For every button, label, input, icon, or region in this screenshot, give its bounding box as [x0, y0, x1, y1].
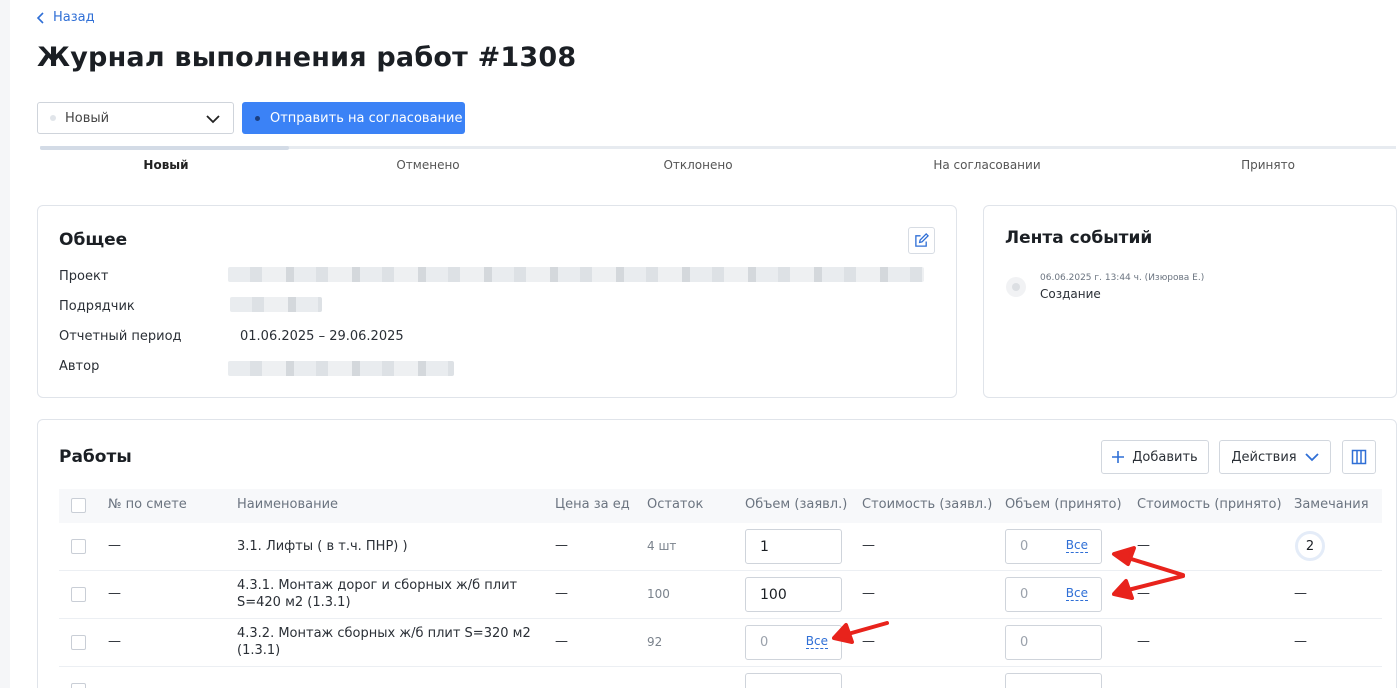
fill-all-link[interactable]: Все — [1065, 587, 1088, 601]
cell-cost-declared: — — [862, 634, 875, 649]
remarks-count-badge[interactable]: 2 — [1295, 531, 1325, 561]
step-on-approval: На согласовании — [933, 158, 1041, 172]
back-label: Назад — [53, 10, 95, 25]
cell-name: 4.3.2. Монтаж сборных ж/б плит S=320 м2 … — [237, 626, 531, 658]
step-new: Новый — [143, 158, 189, 172]
row-divider — [59, 666, 1382, 667]
field-label-project: Проект — [59, 269, 109, 284]
row-checkbox[interactable] — [71, 635, 86, 650]
volume-declared-input[interactable]: 1 — [745, 529, 842, 564]
cell-remarks: — — [1294, 586, 1307, 601]
cell-name: 3.1. Лифты ( в т.ч. ПНР) ) — [237, 539, 408, 554]
col-estimate-number[interactable]: № по смете — [108, 497, 187, 512]
add-button-label: Добавить — [1132, 449, 1198, 465]
cell-cost-accepted: — — [1137, 634, 1150, 649]
field-label-contractor: Подрядчик — [59, 299, 135, 314]
plus-icon — [1112, 451, 1125, 463]
field-label-period: Отчетный период — [59, 329, 182, 344]
step-cancelled: Отменено — [396, 158, 460, 172]
event-feed-card: Лента событий 06.06.2025 г. 13:44 ч. (Из… — [983, 205, 1397, 398]
col-cost-accepted[interactable]: Стоимость (принято) — [1137, 497, 1282, 512]
row-checkbox[interactable] — [71, 587, 86, 602]
col-volume-accepted[interactable]: Объем (принято) — [1005, 497, 1122, 512]
volume-declared-input[interactable]: 100 — [745, 577, 842, 612]
cell-cost-declared: — — [862, 586, 875, 601]
col-remarks[interactable]: Замечания — [1294, 497, 1369, 512]
chevron-left-icon — [36, 11, 44, 24]
status-select[interactable]: Новый — [37, 102, 234, 134]
cell-unit-price: — — [555, 634, 568, 649]
add-button[interactable]: Добавить — [1101, 440, 1209, 474]
columns-icon — [1351, 449, 1367, 465]
fill-all-link[interactable]: Все — [1065, 539, 1088, 553]
status-stepper-progress — [40, 146, 289, 150]
works-title: Работы — [59, 447, 132, 467]
cell-unit-price: — — [555, 538, 568, 553]
cell-name: 4.3.1. Монтаж дорог и сборных ж/б плит S… — [237, 578, 518, 610]
event-marker — [1006, 277, 1026, 297]
actions-button-label: Действия — [1231, 449, 1297, 465]
event-meta: 06.06.2025 г. 13:44 ч. (Изюрова Е.) — [1040, 273, 1205, 283]
field-label-author: Автор — [59, 359, 100, 374]
col-volume-declared[interactable]: Объем (заявл.) — [745, 497, 847, 512]
row-divider — [59, 618, 1382, 619]
volume-declared-input[interactable]: 0 Все — [745, 625, 842, 660]
page-title: Журнал выполнения работ #1308 — [37, 42, 577, 73]
redacted-project-value — [228, 267, 924, 282]
step-accepted: Принято — [1241, 158, 1295, 172]
row-checkbox[interactable] — [71, 539, 86, 554]
col-cost-declared[interactable]: Стоимость (заявл.) — [862, 497, 992, 512]
volume-accepted-input[interactable]: 0 Все — [1005, 529, 1102, 564]
chevron-down-icon — [1304, 452, 1319, 461]
cell-cost-accepted: — — [1137, 586, 1150, 601]
cell-estimate-number: — — [108, 538, 121, 553]
general-card: Общее Проект Подрядчик Отчетный период 0… — [37, 205, 957, 398]
send-for-approval-button[interactable]: Отправить на согласование — [242, 102, 465, 134]
cell-cost-accepted: — — [1137, 538, 1150, 553]
col-name[interactable]: Наименование — [237, 497, 338, 512]
row-checkbox[interactable] — [71, 683, 86, 688]
volume-declared-input[interactable] — [745, 673, 842, 688]
cell-estimate-number: — — [108, 586, 121, 601]
status-dot — [50, 115, 56, 121]
volume-accepted-input[interactable]: 0 — [1005, 625, 1102, 660]
volume-accepted-placeholder: 0 — [1020, 635, 1029, 650]
cell-unit-price: — — [555, 586, 568, 601]
volume-accepted-placeholder: 0 — [1020, 539, 1029, 554]
volume-declared-placeholder: 0 — [760, 635, 769, 650]
col-remaining[interactable]: Остаток — [647, 497, 703, 512]
status-value: Новый — [65, 110, 110, 126]
send-button-label: Отправить на согласование — [270, 110, 463, 126]
button-dot — [255, 115, 260, 121]
cell-remarks: — — [1294, 634, 1307, 649]
step-rejected: Отклонено — [663, 158, 733, 172]
edit-icon — [915, 233, 929, 247]
cell-cost-declared: — — [862, 538, 875, 553]
columns-settings-button[interactable] — [1342, 440, 1376, 474]
cell-remaining: 100 — [647, 587, 670, 601]
cell-estimate-number: — — [108, 634, 121, 649]
row-divider — [59, 570, 1382, 571]
chevron-down-icon — [206, 115, 220, 124]
general-title: Общее — [59, 230, 128, 250]
volume-accepted-input[interactable]: 0 Все — [1005, 577, 1102, 612]
select-all-checkbox[interactable] — [71, 498, 86, 513]
event-text: Создание — [1040, 287, 1101, 301]
fill-all-link[interactable]: Все — [805, 635, 828, 649]
back-link[interactable]: Назад — [36, 10, 95, 25]
volume-accepted-placeholder: 0 — [1020, 587, 1029, 602]
volume-accepted-input[interactable] — [1005, 673, 1102, 688]
edit-button[interactable] — [908, 227, 935, 254]
cell-remaining: 92 — [647, 635, 663, 649]
field-value-period: 01.06.2025 – 29.06.2025 — [240, 329, 404, 344]
redacted-author-value — [228, 361, 454, 376]
cell-remaining: 4 шт — [647, 539, 677, 553]
redacted-contractor-value — [230, 297, 322, 312]
page: Назад Журнал выполнения работ #1308 Новы… — [10, 0, 1400, 688]
event-feed-title: Лента событий — [1005, 228, 1153, 248]
col-unit-price[interactable]: Цена за ед — [555, 497, 630, 512]
actions-button[interactable]: Действия — [1219, 440, 1331, 474]
